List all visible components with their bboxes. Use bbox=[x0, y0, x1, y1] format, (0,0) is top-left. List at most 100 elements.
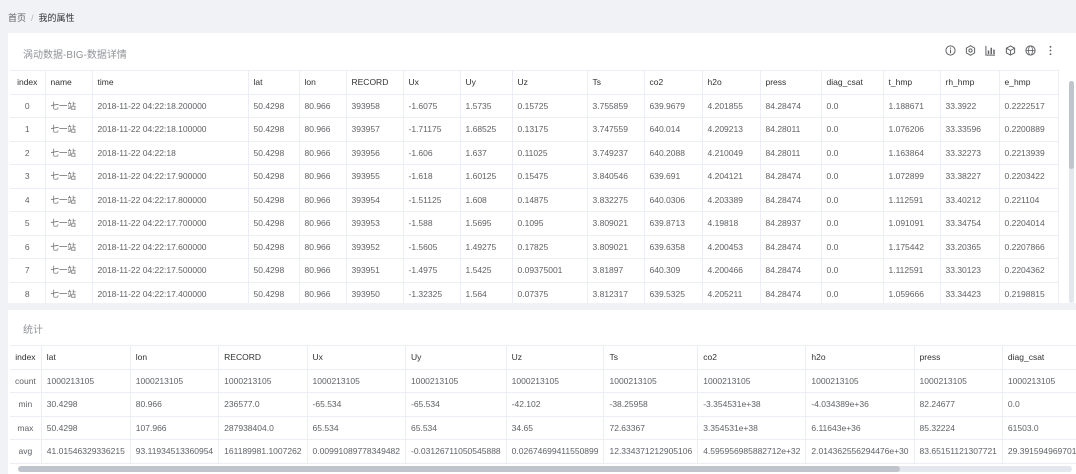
table-cell: 0.0 bbox=[1002, 392, 1076, 417]
column-header-co2[interactable]: co2 bbox=[697, 345, 807, 370]
table-cell: 1.5695 bbox=[460, 211, 513, 236]
table-row[interactable]: 0 七一站 2018-11-22 04:22:18.200000 50.4298 80.… bbox=[10, 94, 1059, 118]
table-cell: 50.4298 bbox=[248, 188, 300, 212]
table-cell: 1000213105 bbox=[603, 369, 699, 393]
column-header-t-hmp[interactable]: t_hmp bbox=[883, 70, 941, 95]
table-cell: 1000213105 bbox=[506, 369, 605, 393]
table-row[interactable]: 2 七一站 2018-11-22 04:22:18 50.4298 80.966 3939… bbox=[10, 141, 1059, 165]
table-cell: 1.072899 bbox=[883, 164, 941, 189]
table-cell: 4.201855 bbox=[702, 94, 761, 118]
table-cell: 33.20365 bbox=[940, 235, 1000, 259]
table-cell: -1.588 bbox=[403, 211, 461, 236]
table-cell: 1000213105 bbox=[130, 369, 220, 393]
breadcrumb-home[interactable]: 首页 bbox=[8, 13, 26, 23]
table-cell: 2018-11-22 04:22:18.200000 bbox=[92, 94, 249, 118]
column-header-ux[interactable]: Ux bbox=[307, 345, 407, 370]
table-cell: 50.4298 bbox=[248, 141, 300, 165]
table-cell: 4.204121 bbox=[702, 164, 761, 189]
table-cell: 3.840546 bbox=[587, 164, 645, 189]
stats-table: index lat lon RECORD Ux Uy Uz Ts co2 h2o press diag… bbox=[10, 345, 1076, 464]
table-row[interactable]: avg 41.01546329336215 93.11934513360954 161… bbox=[10, 439, 1076, 464]
column-header-uz[interactable]: Uz bbox=[506, 345, 605, 370]
detail-table: index name time lat lon RECORD Ux Uy Uz Ts co2 h2o p… bbox=[10, 70, 1059, 303]
table-cell: 1.091091 bbox=[883, 211, 941, 236]
column-header-press[interactable]: press bbox=[760, 70, 822, 95]
table-cell: 2018-11-22 04:22:17.400000 bbox=[92, 282, 249, 303]
table-cell: 84.28474 bbox=[760, 188, 822, 212]
globe-icon[interactable] bbox=[1025, 45, 1036, 56]
column-header-rh-hmp[interactable]: rh_hmp bbox=[940, 70, 1000, 95]
table-cell: -1.5605 bbox=[403, 235, 461, 259]
table-row[interactable]: min 30.4298 80.966 236577.0 -65.534 -65.534 -4… bbox=[10, 392, 1076, 417]
column-header-ts[interactable]: Ts bbox=[587, 70, 645, 95]
table-cell: 33.33596 bbox=[940, 117, 1000, 142]
bar-chart-icon[interactable] bbox=[985, 45, 996, 56]
column-header-lat[interactable]: lat bbox=[41, 345, 131, 370]
table-cell: -0.03126711050545888 bbox=[405, 439, 507, 464]
column-header-name[interactable]: name bbox=[45, 70, 93, 95]
table-cell: 639.691 bbox=[644, 164, 703, 189]
breadcrumb-current: 我的属性 bbox=[38, 13, 75, 23]
column-header-index[interactable]: index bbox=[10, 70, 46, 95]
table-cell: 80.966 bbox=[299, 258, 347, 283]
table-cell: min bbox=[10, 392, 42, 417]
column-header-ts[interactable]: Ts bbox=[603, 345, 699, 370]
table-cell: 1000213105 bbox=[41, 369, 131, 393]
table-cell: 639.6358 bbox=[644, 235, 703, 259]
gear-icon[interactable] bbox=[965, 45, 976, 56]
column-header-h2o[interactable]: h2o bbox=[805, 345, 915, 370]
column-header-uy[interactable]: Uy bbox=[460, 70, 513, 95]
table-row[interactable]: 4 七一站 2018-11-22 04:22:17.800000 50.4298 80.… bbox=[10, 188, 1059, 212]
table-cell: 8 bbox=[10, 282, 46, 303]
column-header-lon[interactable]: lon bbox=[130, 345, 220, 370]
column-header-press[interactable]: press bbox=[914, 345, 1003, 370]
table-cell: 七一站 bbox=[45, 94, 93, 118]
column-header-uy[interactable]: Uy bbox=[405, 345, 507, 370]
cube-icon[interactable] bbox=[1005, 45, 1016, 56]
table-cell: 0.2204014 bbox=[999, 211, 1059, 236]
column-header-h2o[interactable]: h2o bbox=[702, 70, 761, 95]
column-header-e-hmp[interactable]: e_hmp bbox=[999, 70, 1059, 95]
table-row[interactable]: 8 七一站 2018-11-22 04:22:17.400000 50.4298 80.… bbox=[10, 282, 1059, 303]
column-header-diag-csat[interactable]: diag_csat bbox=[821, 70, 884, 95]
table-cell: 4.210049 bbox=[702, 141, 761, 165]
column-header-lat[interactable]: lat bbox=[248, 70, 300, 95]
table-cell: 七一站 bbox=[45, 258, 93, 283]
info-icon[interactable] bbox=[945, 45, 956, 56]
table-cell: 4.200453 bbox=[702, 235, 761, 259]
column-header-record[interactable]: RECORD bbox=[218, 345, 308, 370]
column-header-uz[interactable]: Uz bbox=[512, 70, 588, 95]
table-cell: 0.2203422 bbox=[999, 164, 1059, 189]
table-row[interactable]: 5 七一站 2018-11-22 04:22:17.700000 50.4298 80.… bbox=[10, 211, 1059, 236]
table-cell: 30.4298 bbox=[41, 392, 131, 417]
table-cell: 2018-11-22 04:22:17.800000 bbox=[92, 188, 249, 212]
column-header-index[interactable]: index bbox=[10, 345, 42, 370]
table-row[interactable]: 3 七一站 2018-11-22 04:22:17.900000 50.4298 80.… bbox=[10, 164, 1059, 189]
table-cell: 33.30123 bbox=[940, 258, 1000, 283]
column-header-time[interactable]: time bbox=[92, 70, 249, 95]
table-cell: 80.966 bbox=[299, 188, 347, 212]
table-cell: 640.014 bbox=[644, 117, 703, 142]
table-cell: 84.28474 bbox=[760, 258, 822, 283]
table-row[interactable]: count 1000213105 1000213105 1000213105 10002… bbox=[10, 369, 1076, 393]
stats-horizontal-scroll-thumb[interactable] bbox=[18, 466, 900, 472]
column-header-co2[interactable]: co2 bbox=[644, 70, 703, 95]
table-row[interactable]: 6 七一站 2018-11-22 04:22:17.600000 50.4298 80.… bbox=[10, 235, 1059, 259]
table-cell: 639.9679 bbox=[644, 94, 703, 118]
column-header-record[interactable]: RECORD bbox=[346, 70, 404, 95]
detail-vertical-scroll-thumb[interactable] bbox=[1069, 81, 1074, 169]
column-header-ux[interactable]: Ux bbox=[403, 70, 461, 95]
table-cell: -1.6075 bbox=[403, 94, 461, 118]
table-row[interactable]: 7 七一站 2018-11-22 04:22:17.500000 50.4298 80.… bbox=[10, 258, 1059, 283]
column-header-lon[interactable]: lon bbox=[299, 70, 347, 95]
table-cell: 84.28474 bbox=[760, 94, 822, 118]
table-cell: 0.0 bbox=[821, 94, 884, 118]
table-cell: 161189981.1007262 bbox=[218, 439, 308, 464]
more-icon[interactable] bbox=[1045, 45, 1056, 56]
table-cell: 3.81897 bbox=[587, 258, 645, 283]
column-header-diag-csat[interactable]: diag_csat bbox=[1002, 345, 1076, 370]
table-cell: 2018-11-22 04:22:17.900000 bbox=[92, 164, 249, 189]
table-cell: 29.39159496970198 bbox=[1002, 439, 1076, 464]
table-row[interactable]: 1 七一站 2018-11-22 04:22:18.100000 50.4298 80.… bbox=[10, 117, 1059, 142]
table-row[interactable]: max 50.4298 107.966 287938404.0 65.534 65.534… bbox=[10, 416, 1076, 440]
